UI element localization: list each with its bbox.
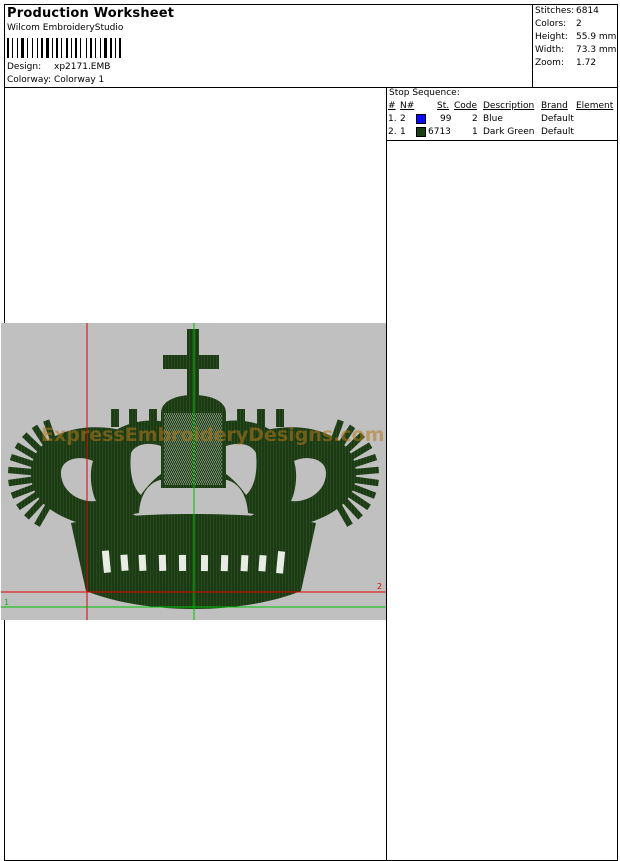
- col-num-header: #: [388, 101, 396, 111]
- column-divider: [386, 88, 387, 860]
- band-window: [178, 554, 187, 571]
- colorway-value: Colorway 1: [54, 75, 105, 85]
- watermark: ExpressEmbroideryDesigns.com: [41, 424, 385, 446]
- row-1-n: 2: [400, 114, 406, 124]
- barcode-bar: [75, 38, 77, 58]
- row-2-code: 1: [472, 127, 478, 137]
- colors-value: 2: [576, 19, 582, 29]
- width-label: Width:: [535, 45, 565, 55]
- row-1-brand: Default: [541, 114, 574, 124]
- barcode-bar: [37, 38, 38, 58]
- row-2-num: 2.: [388, 127, 397, 137]
- barcode-bar: [119, 38, 121, 58]
- stop-sequence-divider: [386, 140, 618, 141]
- height-label: Height:: [535, 32, 568, 42]
- barcode-bar: [100, 38, 101, 58]
- software-name: Wilcom EmbroideryStudio: [7, 23, 124, 33]
- colorway-label: Colorway:: [7, 75, 52, 85]
- barcode-bar: [95, 38, 96, 58]
- band-window: [258, 555, 267, 572]
- col-n-header: N#: [400, 101, 415, 111]
- row-2-brand: Default: [541, 127, 574, 137]
- row-1-color-swatch: [416, 114, 426, 124]
- crown-design-image: ExpressEmbroideryDesigns.com 2 1: [1, 323, 386, 620]
- page-title: Production Worksheet: [7, 6, 175, 21]
- height-value: 55.9 mm: [576, 32, 617, 42]
- barcode-bar: [80, 38, 81, 58]
- col-st-header: St.: [437, 101, 450, 111]
- barcode-bar: [86, 38, 87, 58]
- row-2-st: 6713: [428, 127, 451, 137]
- barcode-bar: [12, 38, 13, 58]
- row-1-num: 1.: [388, 114, 397, 124]
- stitches-value: 6814: [576, 6, 599, 16]
- crown-cross: [163, 329, 219, 403]
- barcode-bar: [110, 38, 112, 58]
- row-1-code: 2: [472, 114, 478, 124]
- barcode-bar: [27, 38, 28, 58]
- barcode-bar: [41, 38, 43, 58]
- col-element-header: Element: [576, 101, 614, 111]
- row-1-description: Blue: [483, 114, 503, 124]
- barcode-bar: [56, 38, 58, 58]
- zoom-value: 1.72: [576, 58, 597, 68]
- band-window: [158, 554, 167, 571]
- barcode-bar: [32, 38, 33, 58]
- barcode-bar: [21, 38, 24, 58]
- design-value: xp2171.EMB: [54, 62, 111, 72]
- col-code-header: Code: [454, 101, 478, 111]
- stats-divider: [532, 4, 533, 88]
- barcode-bar: [7, 38, 9, 58]
- row-1-st: 99: [440, 114, 452, 124]
- barcode-bar: [66, 38, 68, 58]
- design-preview: ExpressEmbroideryDesigns.com 2 1: [1, 323, 386, 620]
- band-window: [138, 554, 147, 571]
- barcode-bar: [61, 38, 62, 58]
- row-2-description: Dark Green: [483, 127, 535, 137]
- row-2-n: 1: [400, 127, 406, 137]
- band-window: [220, 555, 229, 572]
- stop-sequence-title: Stop Sequence:: [389, 88, 460, 98]
- stitches-label: Stitches:: [535, 6, 575, 16]
- barcode: [7, 38, 121, 58]
- design-label: Design:: [7, 62, 42, 72]
- barcode-bar: [90, 38, 92, 58]
- col-brand-header: Brand: [541, 101, 568, 111]
- barcode-bar: [104, 38, 107, 58]
- band-window: [240, 555, 249, 572]
- barcode-bar: [17, 38, 18, 58]
- band-window: [200, 555, 209, 572]
- band-window: [120, 554, 129, 571]
- barcode-bar: [52, 38, 53, 58]
- barcode-bar: [71, 38, 72, 58]
- barcode-bar: [46, 38, 49, 58]
- header-divider: [4, 87, 618, 88]
- colors-label: Colors:: [535, 19, 567, 29]
- barcode-bar: [115, 38, 116, 58]
- col-description-header: Description: [483, 101, 535, 111]
- marker-2: 2: [377, 582, 382, 591]
- zoom-label: Zoom:: [535, 58, 564, 68]
- row-2-color-swatch: [416, 127, 426, 137]
- width-value: 73.3 mm: [576, 45, 617, 55]
- marker-1: 1: [4, 598, 9, 607]
